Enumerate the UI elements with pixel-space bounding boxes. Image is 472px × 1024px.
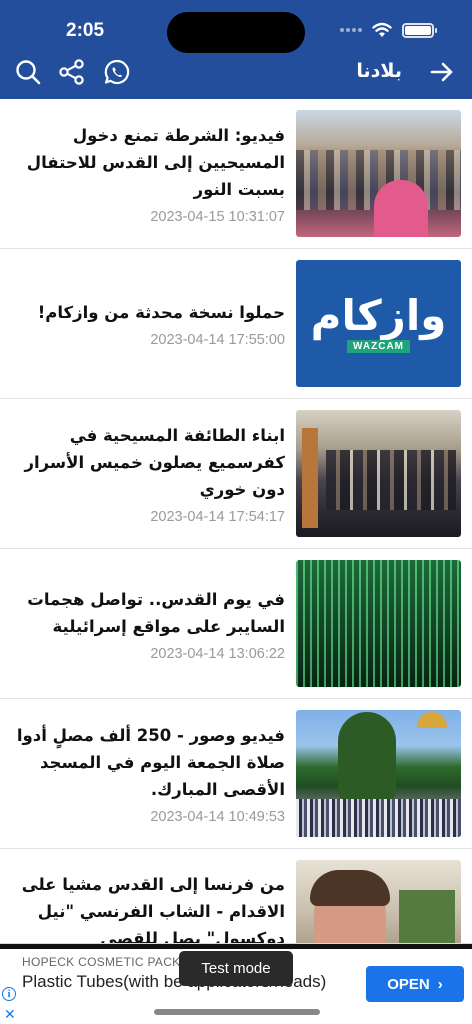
status-icons — [340, 22, 437, 38]
page-title: بلادنا — [356, 60, 402, 82]
news-headline[interactable]: حملوا نسخة محدثة من وازكام! — [38, 299, 285, 326]
test-mode-toast: Test mode — [179, 951, 293, 986]
whatsapp-icon[interactable] — [103, 58, 131, 86]
news-headline[interactable]: فيديو وصور - 250 ألف مصلٍ أدوا صلاة الجم… — [10, 722, 285, 803]
news-headline[interactable]: في يوم القدس.. تواصل هجمات السايبر على م… — [10, 586, 285, 640]
share-icon[interactable] — [58, 58, 86, 86]
ad-top-strip — [0, 944, 472, 949]
wazcam-logo-en: WAZCAM — [347, 340, 410, 353]
news-thumbnail[interactable] — [296, 110, 461, 237]
news-headline[interactable]: من فرنسا إلى القدس مشيا على الاقدام - ال… — [10, 871, 285, 952]
news-thumbnail[interactable] — [296, 410, 461, 537]
news-date: 2023-04-15 10:31:07 — [150, 209, 285, 225]
ad-open-button[interactable]: OPEN › — [366, 966, 464, 1002]
app-header: 2:05 بلادنا — [0, 0, 472, 99]
news-headline[interactable]: فيديو: الشرطة تمنع دخول المسيحيين إلى ال… — [10, 122, 285, 203]
signal-icon — [340, 28, 362, 32]
news-list: فيديو: الشرطة تمنع دخول المسيحيين إلى ال… — [0, 99, 472, 999]
news-date: 2023-04-14 13:06:22 — [150, 645, 285, 662]
wazcam-logo: وازكام — [310, 291, 447, 340]
news-thumbnail[interactable]: وازكام WAZCAM — [296, 260, 461, 387]
news-date: 2023-04-14 17:54:17 — [150, 509, 285, 525]
news-item[interactable]: فيديو: الشرطة تمنع دخول المسيحيين إلى ال… — [0, 99, 472, 249]
ad-open-label: OPEN — [387, 975, 430, 993]
arrow-right-icon[interactable] — [428, 58, 456, 86]
news-item[interactable]: فيديو وصور - 250 ألف مصلٍ أدوا صلاة الجم… — [0, 699, 472, 849]
ad-info-icon[interactable]: i — [2, 987, 16, 1001]
news-item[interactable]: في يوم القدس.. تواصل هجمات السايبر على م… — [0, 549, 472, 699]
news-date: 2023-04-14 17:55:00 — [150, 332, 285, 348]
news-thumbnail[interactable] — [296, 710, 461, 837]
search-icon[interactable] — [14, 58, 42, 86]
battery-icon — [402, 22, 437, 38]
dynamic-island — [167, 12, 305, 53]
ad-company: HOPECK COSMETIC PACKA — [22, 955, 189, 969]
home-indicator — [154, 1009, 320, 1015]
chevron-right-icon: › — [437, 975, 443, 993]
news-item[interactable]: وازكام WAZCAM حملوا نسخة محدثة من وازكام… — [0, 249, 472, 399]
status-time: 2:05 — [66, 20, 105, 41]
news-thumbnail[interactable] — [296, 560, 461, 687]
app-screen: 2:05 بلادنا فيديو: الشرطة تمنع دخول المس… — [0, 0, 472, 1024]
news-date: 2023-04-14 10:49:53 — [150, 809, 285, 825]
news-headline[interactable]: ابناء الطائفة المسيحية في كفرسميع يصلون … — [10, 422, 285, 503]
news-item[interactable]: ابناء الطائفة المسيحية في كفرسميع يصلون … — [0, 399, 472, 549]
ad-close-icon[interactable]: ✕ — [4, 1006, 16, 1023]
wifi-icon — [372, 22, 392, 37]
